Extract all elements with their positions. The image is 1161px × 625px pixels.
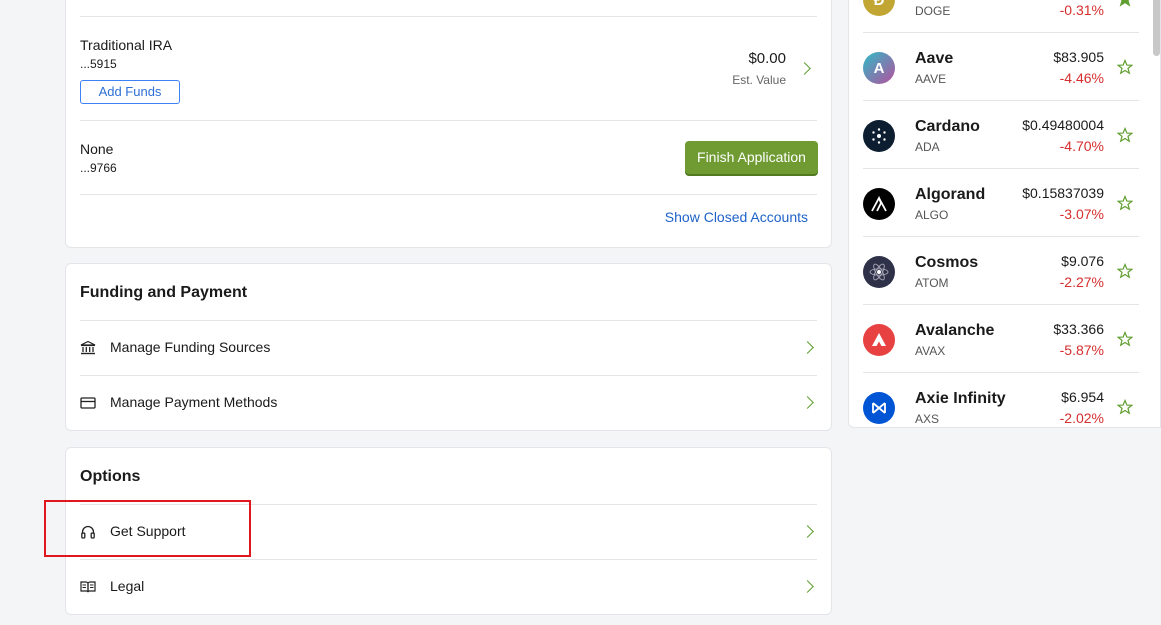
divider	[80, 16, 817, 17]
coin-symbol: DOGE	[915, 4, 951, 18]
algorand-logo-icon	[863, 188, 895, 220]
accounts-card: Traditional IRA ...5915 Add Funds $0.00 …	[65, 0, 832, 248]
coin-name: Algorand	[915, 186, 986, 203]
chevron-right-icon	[801, 341, 814, 354]
coin-change: -4.46%	[1059, 70, 1104, 86]
crypto-row-cosmos[interactable]: Cosmos ATOM $9.076 -2.27%	[849, 237, 1141, 305]
coin-price: $0.15837039	[1022, 185, 1104, 201]
account-name: None	[80, 141, 114, 157]
manage-payment-methods-row[interactable]: Manage Payment Methods	[80, 376, 817, 430]
coin-change: -5.87%	[1059, 342, 1104, 358]
book-icon	[80, 581, 96, 593]
crypto-row-doge[interactable]: Ð DOGE -0.31%	[849, 0, 1141, 33]
star-filled-icon[interactable]	[1117, 0, 1133, 7]
account-number: ...5915	[80, 57, 117, 71]
coin-name: Cardano	[915, 118, 980, 135]
add-funds-button[interactable]: Add Funds	[80, 80, 180, 104]
coin-change: -4.70%	[1059, 138, 1104, 154]
coin-symbol: AAVE	[915, 72, 947, 86]
avalanche-logo-icon	[863, 324, 895, 356]
coin-change: -2.27%	[1059, 274, 1104, 290]
section-title: Funding and Payment	[80, 284, 248, 301]
crypto-watchlist: Ð DOGE -0.31% A Aave AAVE $83.905 -4.46%…	[848, 0, 1161, 428]
row-label: Manage Funding Sources	[110, 339, 271, 355]
coin-symbol: ADA	[915, 140, 940, 154]
section-title: Options	[80, 468, 141, 485]
funding-payment-card: Funding and Payment Manage Funding Sourc…	[65, 263, 832, 431]
algorand-mark-icon	[871, 195, 887, 212]
chevron-right-icon	[801, 396, 814, 409]
coin-symbol: ATOM	[915, 276, 949, 290]
coin-symbol: ALGO	[915, 208, 949, 222]
coin-symbol: AXS	[915, 412, 940, 426]
coin-change: -2.02%	[1059, 410, 1104, 426]
star-outline-icon[interactable]	[1117, 399, 1133, 415]
account-value: $0.00	[748, 50, 786, 67]
highlight-box	[44, 500, 251, 557]
scrollbar[interactable]	[1153, 0, 1160, 56]
coin-name: Axie Infinity	[915, 390, 1006, 407]
chevron-right-icon	[801, 580, 814, 593]
legal-row[interactable]: Legal	[80, 560, 817, 614]
coin-price: $6.954	[1061, 389, 1104, 405]
credit-card-icon	[80, 397, 96, 409]
account-number: ...9766	[80, 161, 117, 175]
row-label: Legal	[110, 578, 145, 594]
star-outline-icon[interactable]	[1117, 195, 1133, 211]
bank-icon	[80, 340, 96, 355]
star-outline-icon[interactable]	[1117, 59, 1133, 75]
chevron-right-icon[interactable]	[798, 62, 811, 75]
show-closed-accounts-link[interactable]: Show Closed Accounts	[665, 209, 808, 225]
coin-change: -0.31%	[1059, 2, 1104, 18]
cosmos-atom-icon	[869, 263, 889, 281]
cardano-logo-icon	[863, 120, 895, 152]
axs-mark-icon	[872, 402, 886, 414]
crypto-row-axie-infinity[interactable]: Axie Infinity AXS $6.954 -2.02%	[849, 373, 1141, 427]
star-outline-icon[interactable]	[1117, 331, 1133, 347]
crypto-row-avalanche[interactable]: Avalanche AVAX $33.366 -5.87%	[849, 305, 1141, 373]
coin-name: Avalanche	[915, 322, 995, 339]
coin-price: $9.076	[1061, 253, 1104, 269]
dogecoin-logo-icon: Ð	[863, 0, 895, 16]
crypto-row-algorand[interactable]: Algorand ALGO $0.15837039 -3.07%	[849, 169, 1141, 237]
coin-price: $33.366	[1053, 321, 1104, 337]
crypto-row-cardano[interactable]: Cardano ADA $0.49480004 -4.70%	[849, 101, 1141, 169]
aave-logo-icon: A	[863, 52, 895, 84]
coin-price: $83.905	[1053, 49, 1104, 65]
star-outline-icon[interactable]	[1117, 127, 1133, 143]
chevron-right-icon	[801, 525, 814, 538]
avalanche-mark-icon	[872, 333, 886, 346]
axie-infinity-logo-icon	[863, 392, 895, 424]
finish-application-button[interactable]: Finish Application	[685, 141, 818, 174]
divider	[80, 194, 817, 195]
cardano-dots-icon	[872, 128, 886, 144]
row-label: Manage Payment Methods	[110, 394, 278, 410]
account-value-caption: Est. Value	[732, 73, 786, 87]
coin-change: -3.07%	[1059, 206, 1104, 222]
coin-name: Cosmos	[915, 254, 979, 271]
manage-funding-sources-row[interactable]: Manage Funding Sources	[80, 321, 817, 375]
coin-price: $0.49480004	[1022, 117, 1104, 133]
coin-name: Aave	[915, 50, 954, 67]
cosmos-logo-icon	[863, 256, 895, 288]
coin-symbol: AVAX	[915, 344, 946, 358]
star-outline-icon[interactable]	[1117, 263, 1133, 279]
account-name: Traditional IRA	[80, 37, 173, 53]
crypto-row-aave[interactable]: A Aave AAVE $83.905 -4.46%	[849, 33, 1141, 101]
divider	[80, 120, 817, 121]
